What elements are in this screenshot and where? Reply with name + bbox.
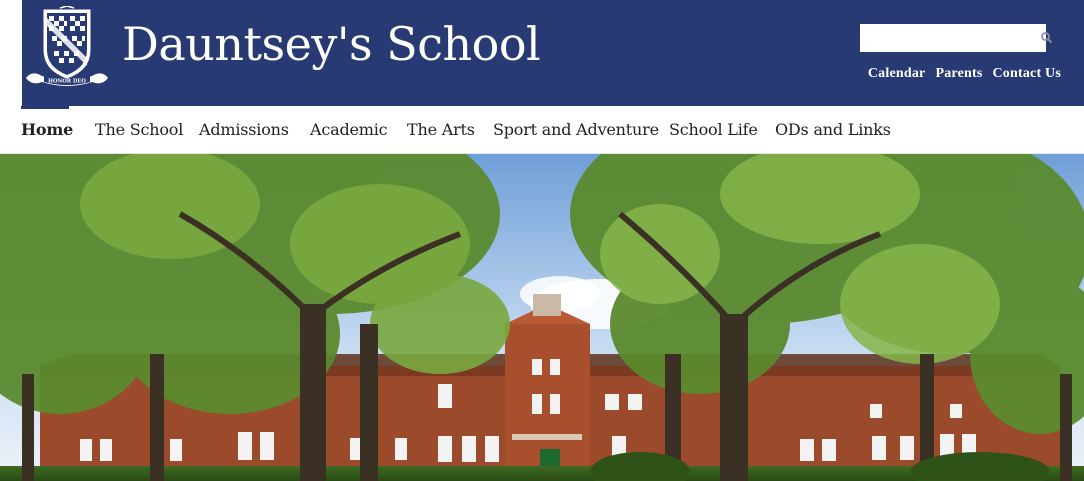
utility-links: Calendar Parents Contact Us	[868, 66, 1061, 82]
school-crest-icon[interactable]: HONOR DEO	[22, 6, 112, 88]
nav-item-home[interactable]: Home	[21, 120, 73, 139]
search-input[interactable]	[860, 24, 1046, 52]
crest-motto: HONOR DEO	[48, 79, 86, 85]
site-header: HONOR DEO Dauntsey's School Calendar Par…	[0, 0, 1084, 106]
header-left-strip	[0, 0, 22, 106]
site-title[interactable]: Dauntsey's School	[122, 16, 541, 72]
nav-item-the-arts[interactable]: The Arts	[407, 120, 475, 139]
contact-us-link[interactable]: Contact Us	[993, 66, 1062, 82]
nav-active-indicator	[21, 106, 69, 109]
nav-item-sport-and-adventure[interactable]: Sport and Adventure	[493, 120, 659, 139]
parents-link[interactable]: Parents	[935, 66, 982, 82]
main-navigation: Home The School Admissions Academic The …	[0, 106, 1084, 154]
nav-item-admissions[interactable]: Admissions	[199, 120, 289, 139]
search-icon[interactable]	[1040, 31, 1054, 45]
nav-item-school-life[interactable]: School Life	[669, 120, 758, 139]
calendar-link[interactable]: Calendar	[868, 66, 926, 82]
nav-item-the-school[interactable]: The School	[95, 120, 183, 139]
school-building-photo	[0, 154, 1084, 481]
hero-image	[0, 154, 1084, 481]
nav-item-ods-and-links[interactable]: ODs and Links	[775, 120, 891, 139]
nav-item-academic[interactable]: Academic	[310, 120, 388, 139]
